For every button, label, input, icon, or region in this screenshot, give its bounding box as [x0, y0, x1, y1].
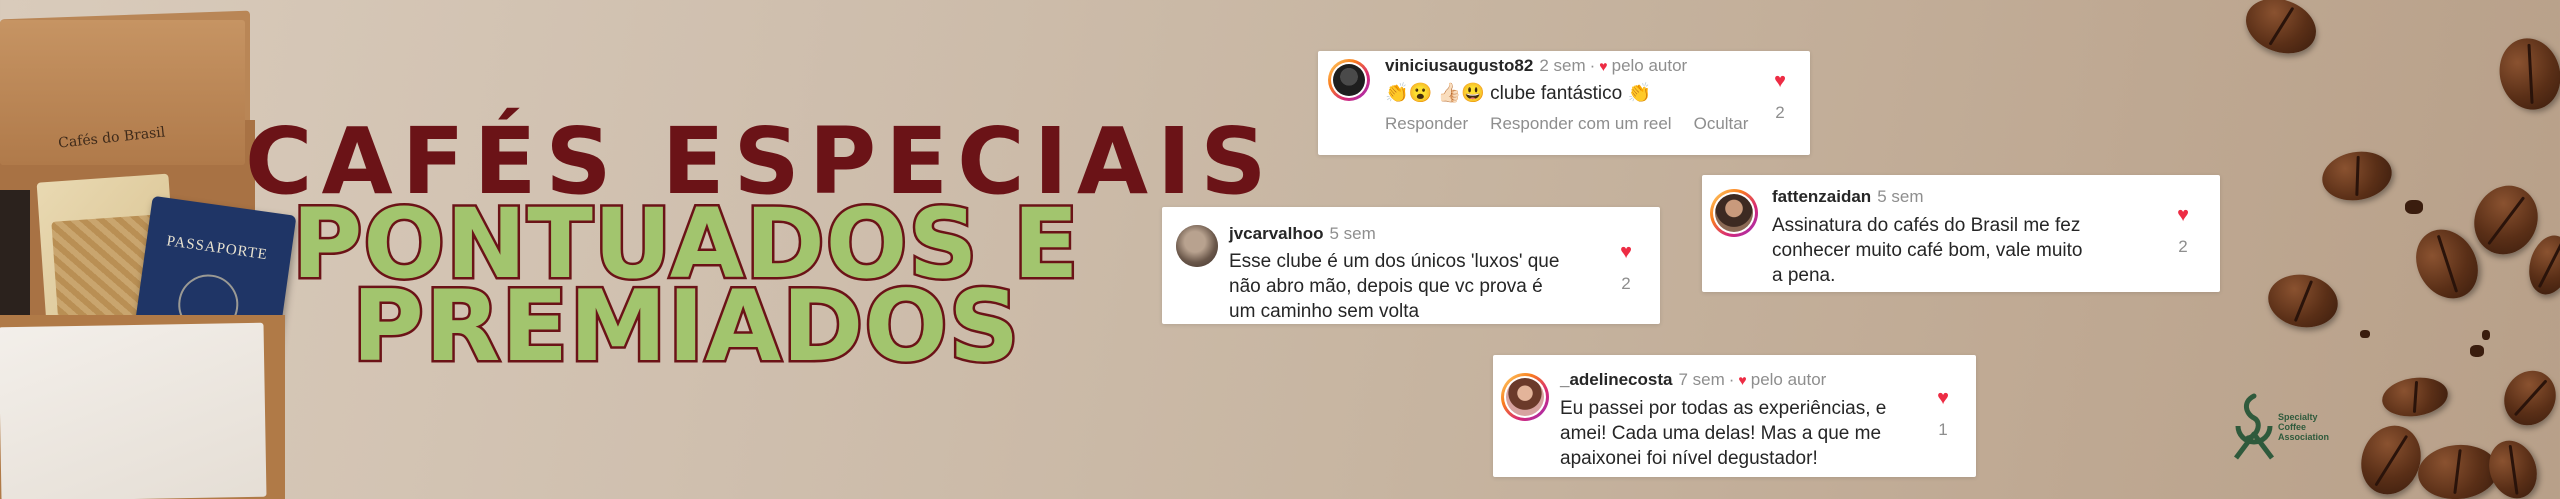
small-heart-icon: ♥	[1738, 372, 1747, 388]
sca-logo-line: Association	[2278, 432, 2330, 442]
coffee-bean	[2481, 433, 2545, 499]
headline: CAFÉS ESPECIAIS PONTUADOS E PREMIADOS	[0, 0, 1267, 499]
comment-text-line: Assinatura do cafés do Brasil me fez	[1772, 215, 2081, 236]
coffee-bean	[2351, 417, 2431, 499]
comment-text-line: a pena.	[1772, 265, 1836, 286]
heart-icon[interactable]: ♥	[2168, 205, 2198, 225]
reply-button[interactable]: Responder	[1385, 114, 1468, 133]
avatar[interactable]	[1710, 189, 1758, 237]
coffee-bean	[2264, 269, 2342, 333]
coffee-bean	[2238, 0, 2324, 63]
comment-text-line: conhecer muito café bom, vale muito	[1772, 240, 2083, 261]
coffee-bean	[2379, 373, 2451, 421]
comment-card-jvcarvalhoo: jvcarvalhoo 5 sem Esse clube é um dos úni…	[1162, 207, 1660, 324]
username[interactable]: viniciusaugusto82	[1385, 56, 1533, 75]
heart-icon[interactable]: ♥	[1611, 242, 1641, 262]
small-heart-icon: ♥	[1599, 58, 1608, 74]
comment-actions: Responder Responder com um reel Ocultar	[1385, 114, 1770, 134]
comment-text-line: Esse clube é um dos únicos 'luxos' que	[1229, 251, 1560, 272]
coffee-chip	[2470, 345, 2484, 357]
comment-meta: jvcarvalhoo 5 sem	[1229, 224, 1376, 244]
comment-meta: _adelinecosta 7 sem · ♥ pelo autor	[1560, 370, 1826, 390]
coffee-chip	[2360, 330, 2370, 338]
like-count: 2	[1621, 274, 1631, 293]
comment-time: 7 sem	[1678, 370, 1725, 389]
comment-meta: viniciusaugusto82 2 sem · ♥ pelo autor	[1385, 56, 1687, 76]
like-control: ♥ 2	[2168, 205, 2198, 257]
headline-line-3: PREMIADOS	[349, 268, 1021, 387]
by-author-label: pelo autor	[1611, 56, 1688, 75]
comment-text-line: não abro mão, depois que vc prova é	[1229, 276, 1543, 297]
coffee-bean	[2415, 441, 2501, 499]
comment-text: 👏😮 👍🏻😃 clube fantástico 👏	[1385, 83, 1652, 104]
sca-logo-line: Specialty	[2278, 412, 2318, 422]
comment-text: Esse clube é um dos únicos 'luxos' que n…	[1229, 249, 1609, 324]
comment-time: 5 sem	[1329, 224, 1376, 243]
username[interactable]: _adelinecosta	[1560, 370, 1672, 389]
avatar[interactable]	[1328, 59, 1370, 101]
coffee-chip	[2405, 200, 2423, 214]
comment-time: 2 sem	[1539, 56, 1586, 75]
coffee-bean	[2318, 146, 2396, 206]
comment-text: Eu passei por todas as experiências, e a…	[1560, 396, 1940, 471]
like-control: ♥ 2	[1611, 242, 1641, 294]
comment-card-viniciusaugusto82: viniciusaugusto82 2 sem · ♥ pelo autor 👏😮 👍🏻…	[1318, 51, 1810, 155]
comment-text-line: amei! Cada uma delas! Mas a que me	[1560, 423, 1882, 444]
like-count: 1	[1938, 420, 1948, 439]
coffee-bean	[2491, 31, 2560, 117]
hide-button[interactable]: Ocultar	[1694, 114, 1749, 133]
sca-logo-line: Coffee	[2278, 422, 2307, 432]
avatar[interactable]	[1176, 225, 1218, 267]
heart-icon[interactable]: ♥	[1765, 71, 1795, 91]
like-control: ♥ 2	[1765, 71, 1795, 123]
username[interactable]: fattenzaidan	[1772, 187, 1871, 206]
comment-text-line: um caminho sem volta	[1229, 301, 1420, 322]
like-count: 2	[1775, 103, 1785, 122]
username[interactable]: jvcarvalhoo	[1229, 224, 1324, 243]
like-control: ♥ 1	[1928, 388, 1958, 440]
sca-logo: Specialty Coffee Association	[2228, 392, 2338, 462]
reply-with-reel-button[interactable]: Responder com um reel	[1490, 114, 1671, 133]
comment-card-_adelinecosta: _adelinecosta 7 sem · ♥ pelo autor Eu passei…	[1493, 355, 1976, 477]
comment-text-line: apaixonei foi nível degustador!	[1560, 448, 1818, 469]
sca-logo-icon	[2234, 393, 2274, 460]
comment-text: Assinatura do cafés do Brasil me fez con…	[1772, 213, 2162, 288]
comment-time: 5 sem	[1877, 187, 1924, 206]
coffee-bean	[2494, 361, 2560, 435]
comment-text-line: Eu passei por todas as experiências, e	[1560, 398, 1887, 419]
heart-icon[interactable]: ♥	[1928, 388, 1958, 408]
separator: ·	[1728, 370, 1735, 389]
comment-card-fattenzaidan: fattenzaidan 5 sem Assinatura do cafés do…	[1702, 175, 2220, 292]
sca-logo-text: Specialty Coffee Association	[2278, 412, 2329, 442]
by-author-label: pelo autor	[1750, 370, 1827, 389]
comment-meta: fattenzaidan 5 sem	[1772, 187, 1923, 207]
coffee-chip	[2482, 330, 2490, 340]
like-count: 2	[2178, 237, 2188, 256]
avatar[interactable]	[1501, 373, 1549, 421]
separator: ·	[1589, 56, 1596, 75]
